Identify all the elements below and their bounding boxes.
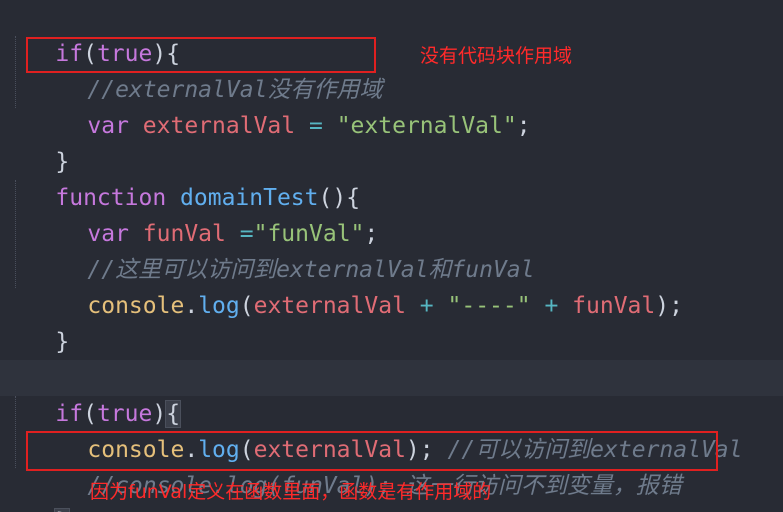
annotation-box-top [26,37,376,73]
code-line[interactable]: } [0,288,69,355]
annotation-note-top: 没有代码块作用域 [420,45,573,67]
object-token: console [87,293,185,319]
annotation-note-bottom: 因为funVal定义在函数里面，函数是有作用域的 [90,481,492,503]
keyword-token: var [87,113,129,139]
code-line[interactable]: if(true){ [0,0,180,67]
annotation-box-bottom [26,431,718,471]
code-line-current[interactable]: if(true){ [0,360,783,428]
code-line[interactable]: } [0,108,69,175]
punctuation-token: ( [239,293,254,319]
string-token: "----" [447,293,531,319]
code-line[interactable]: console.log(externalVal); //可以访问到externa… [32,396,742,463]
operator-token: = [308,113,323,139]
variable-token: externalVal [142,113,296,139]
method-token: log [198,293,240,319]
punctuation-token: . [184,293,199,319]
code-line[interactable]: console.log(externalVal + "----" + funVa… [32,252,683,319]
code-line[interactable]: domainTest() [0,324,221,391]
code-editor[interactable]: if(true){ //externalVal没有作用域 var externa… [0,0,783,512]
code-line[interactable]: var funVal ="funVal"; [32,180,378,247]
code-line[interactable]: var externalVal = "externalVal"; [32,72,530,139]
punctuation-token: ; [516,113,531,139]
operator-token: + [419,293,434,319]
code-line[interactable]: //这里可以访问到externalVal和funVal [32,216,534,283]
code-line[interactable]: } [0,468,71,512]
punctuation-token: ); [655,293,683,319]
string-token: "externalVal" [336,113,517,139]
code-line[interactable]: function domainTest(){ [0,144,360,211]
variable-token: externalVal [253,293,406,319]
operator-token: + [544,293,559,319]
variable-token: funVal [572,293,656,319]
